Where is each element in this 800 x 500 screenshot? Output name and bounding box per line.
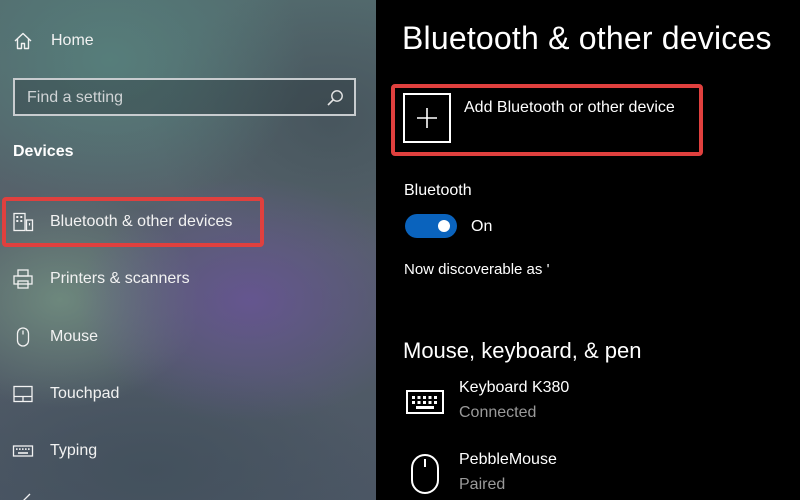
discoverable-text: Now discoverable as ' — [404, 261, 550, 278]
sidebar-item-label: Bluetooth & other devices — [50, 213, 233, 230]
sidebar-item-label: Touchpad — [50, 385, 120, 402]
sidebar-item-label: Mouse — [50, 328, 99, 345]
bluetooth-state-label: On — [471, 218, 493, 235]
search-icon[interactable] — [326, 89, 344, 107]
device-item-keyboard[interactable]: Keyboard K380 Connected — [404, 376, 784, 428]
sidebar-item-partial[interactable] — [0, 478, 376, 500]
add-device-label: Add Bluetooth or other device — [464, 99, 675, 116]
settings-sidebar: Home Devices Bluetooth & other devices — [0, 0, 376, 500]
bluetooth-devices-icon — [12, 211, 34, 233]
home-nav-item[interactable]: Home — [0, 18, 376, 64]
devices-heading: Devices — [13, 143, 74, 160]
search-input[interactable] — [27, 87, 317, 109]
sidebar-item-label: Typing — [50, 442, 98, 459]
plus-icon — [403, 93, 451, 143]
sidebar-item-mouse[interactable]: Mouse — [0, 314, 376, 360]
sidebar-item-touchpad[interactable]: Touchpad — [0, 371, 376, 417]
home-label: Home — [51, 32, 94, 49]
device-status: Connected — [459, 404, 537, 421]
toggle-knob — [438, 220, 450, 232]
sidebar-item-label: Printers & scanners — [50, 270, 190, 287]
page-title: Bluetooth & other devices — [402, 20, 772, 56]
add-device-button[interactable]: Add Bluetooth or other device — [403, 93, 693, 145]
device-item-mouse[interactable]: PebbleMouse Paired — [404, 448, 784, 500]
bluetooth-label: Bluetooth — [404, 182, 472, 199]
sidebar-item-bluetooth[interactable]: Bluetooth & other devices — [0, 199, 376, 245]
keyboard-icon — [404, 382, 446, 422]
printer-icon — [12, 268, 34, 290]
main-panel: Bluetooth & other devices Add Bluetooth … — [376, 0, 800, 500]
touchpad-icon — [12, 383, 34, 405]
bluetooth-toggle[interactable] — [405, 214, 457, 238]
mouse-keyboard-pen-heading: Mouse, keyboard, & pen — [403, 338, 642, 363]
mouse-icon — [12, 326, 34, 348]
device-name: PebbleMouse — [459, 451, 557, 468]
device-status: Paired — [459, 476, 506, 493]
search-box[interactable] — [13, 78, 356, 116]
pen-icon — [12, 490, 34, 500]
sidebar-item-printers[interactable]: Printers & scanners — [0, 256, 376, 302]
mouse-icon — [404, 454, 446, 494]
sidebar-item-typing[interactable]: Typing — [0, 428, 376, 474]
device-name: Keyboard K380 — [459, 379, 570, 396]
home-icon — [12, 30, 34, 52]
keyboard-icon — [12, 440, 34, 462]
